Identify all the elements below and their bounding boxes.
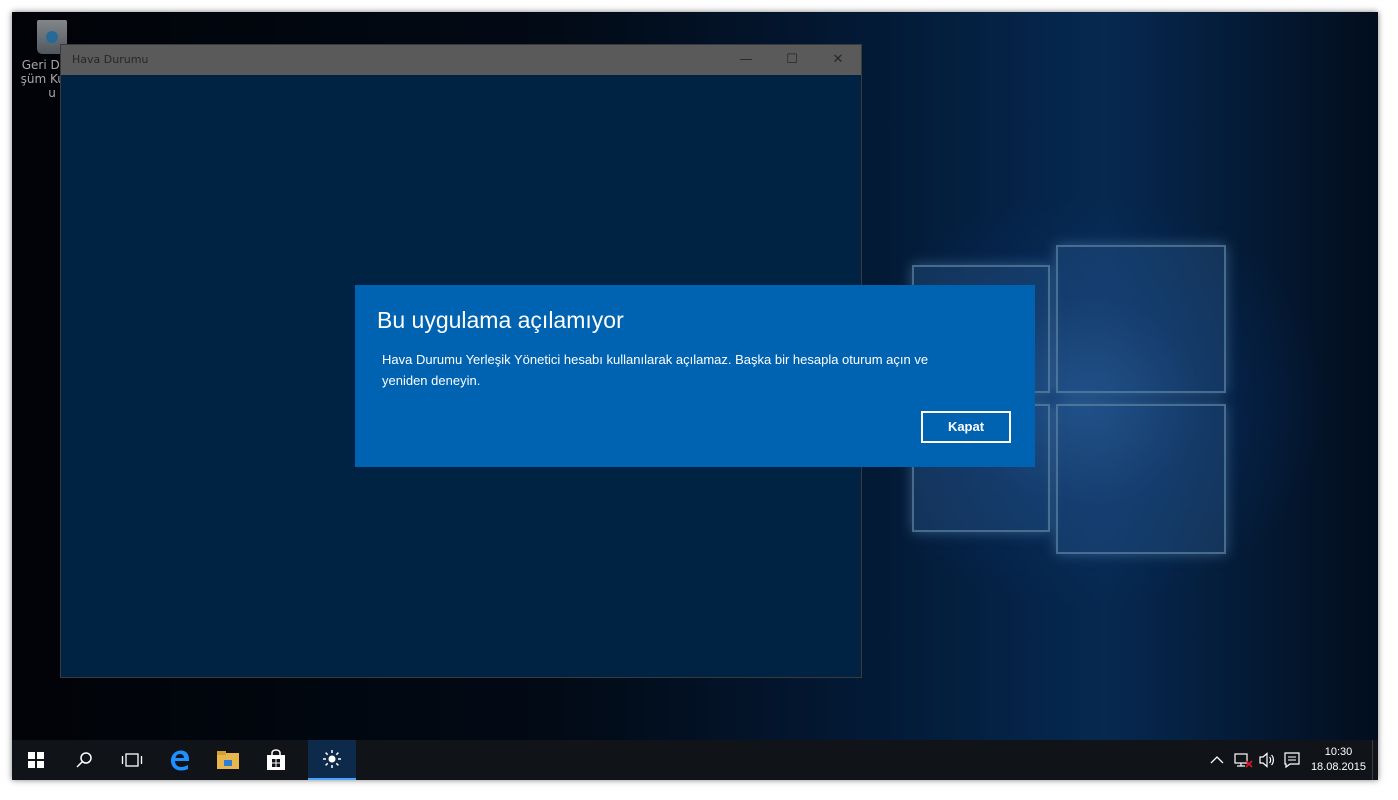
dialog-message: Hava Durumu Yerleşik Yönetici hesabı kul… <box>382 352 929 388</box>
dialog-title: Bu uygulama açılamıyor <box>377 307 624 333</box>
network-tray-button[interactable] <box>1233 740 1253 780</box>
clock[interactable]: 10:30 18.08.2015 <box>1311 745 1366 775</box>
clock-date: 18.08.2015 <box>1310 761 1366 773</box>
taskbar: 10:30 18.08.2015 <box>12 740 1378 780</box>
weather-app-button[interactable] <box>308 740 356 780</box>
edge-button[interactable] <box>156 740 204 780</box>
clock-time: 10:30 <box>1324 746 1353 758</box>
edge-icon <box>171 750 189 771</box>
show-desktop-button[interactable] <box>1372 740 1378 780</box>
file-explorer-button[interactable] <box>204 740 252 780</box>
windows-icon <box>28 752 44 768</box>
store-button[interactable] <box>252 740 300 780</box>
store-icon <box>267 749 285 770</box>
desktop: Geri Dönüşüm Kutusu Hava Durumu — ☐ ✕ Bu… <box>12 12 1378 780</box>
error-dialog: Bu uygulama açılamıyor Hava Durumu Yerle… <box>355 285 1035 467</box>
task-view-button[interactable] <box>108 740 156 780</box>
close-dialog-button[interactable]: Kapat <box>921 411 1011 443</box>
start-button[interactable] <box>12 740 60 780</box>
show-hidden-icons-button[interactable] <box>1210 740 1224 780</box>
action-center-button[interactable] <box>1283 740 1301 780</box>
search-icon <box>76 752 92 768</box>
task-view-icon <box>121 753 143 767</box>
sun-icon <box>323 750 341 768</box>
volume-tray-button[interactable] <box>1258 740 1276 780</box>
chevron-up-icon <box>1210 756 1224 764</box>
action-center-icon <box>1284 752 1300 769</box>
folder-icon <box>217 751 239 769</box>
search-button[interactable] <box>60 740 108 780</box>
network-disconnected-icon <box>1234 753 1253 768</box>
speaker-icon <box>1259 752 1274 768</box>
